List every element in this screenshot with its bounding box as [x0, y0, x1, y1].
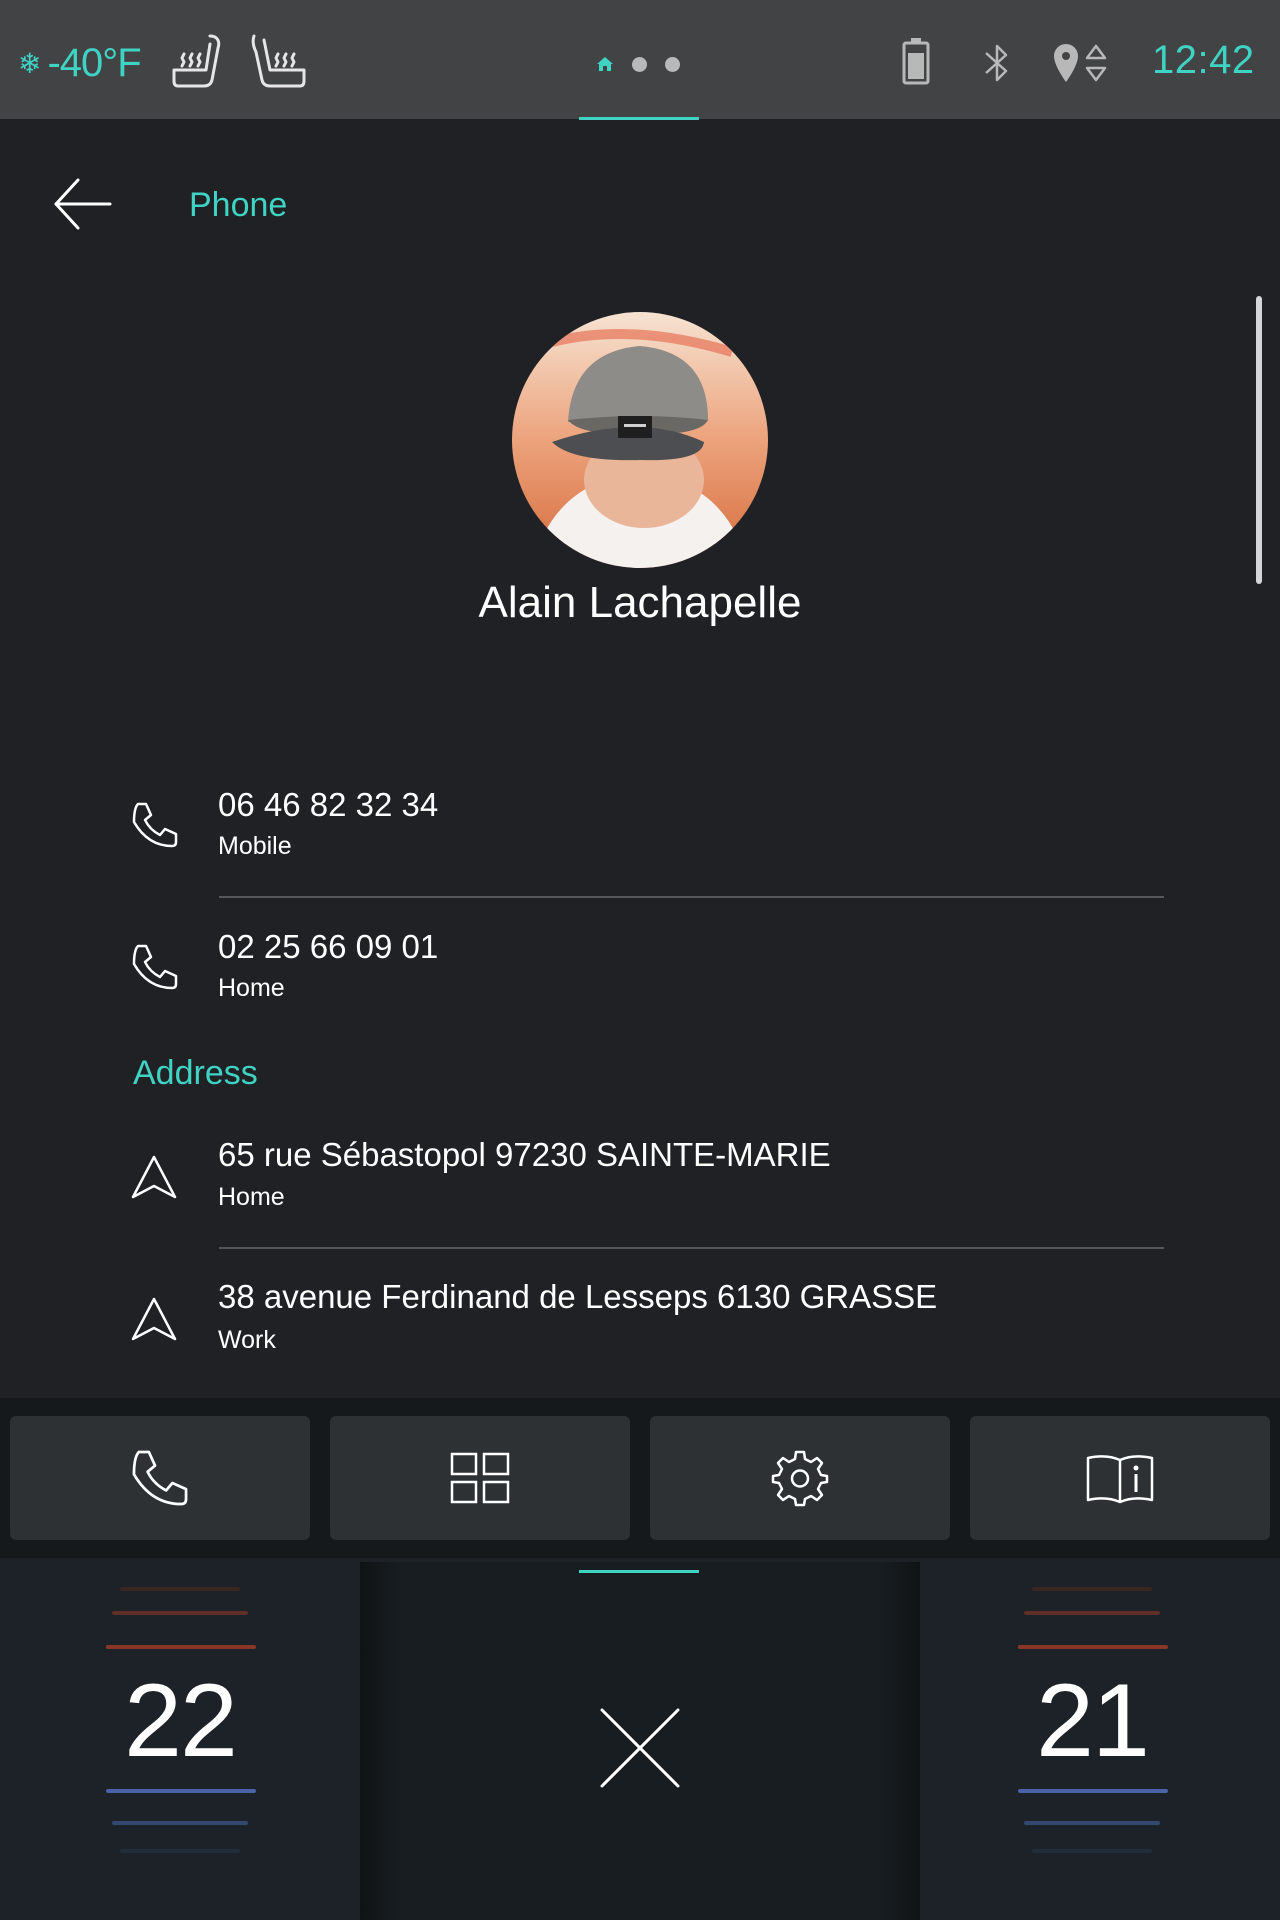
heated-seat-icon[interactable] [172, 32, 228, 90]
scrollbar[interactable] [1256, 296, 1262, 584]
home-icon[interactable] [596, 56, 614, 72]
phone-icon [132, 1450, 188, 1506]
heat-level-bar [1018, 1645, 1168, 1649]
heat-level-bar [112, 1611, 248, 1615]
cool-level-bar [106, 1789, 256, 1793]
battery-icon [902, 38, 930, 85]
active-page-underline [579, 117, 699, 120]
contact-name: Alain Lachapelle [478, 578, 802, 627]
apps-dock-button[interactable] [330, 1416, 630, 1540]
avatar [512, 312, 768, 568]
phone-number[interactable]: 02 25 66 09 01 [218, 928, 438, 966]
address-type-label: Home [218, 1183, 285, 1211]
cool-level-bar [120, 1849, 240, 1853]
outside-temperature: ❄ -40°F [18, 38, 142, 88]
settings-dock-button[interactable] [650, 1416, 950, 1540]
settings-gear-icon [771, 1450, 829, 1507]
cool-level-bar [1032, 1849, 1152, 1853]
address-line[interactable]: 65 rue Sébastopol 97230 SAINTE-MARIE [218, 1136, 831, 1174]
heat-level-bar [120, 1587, 240, 1591]
page-indicator[interactable] [596, 56, 680, 72]
divider [219, 1247, 1164, 1249]
address-section-title: Address [133, 1054, 258, 1092]
navigation-arrow-icon [131, 1155, 177, 1199]
phone-icon [132, 944, 178, 990]
address-line[interactable]: 38 avenue Ferdinand de Lesseps 6130 GRAS… [218, 1278, 937, 1316]
outside-temperature-value: -40°F [47, 40, 141, 85]
cool-level-bar [1024, 1821, 1160, 1825]
phone-number[interactable]: 06 46 82 32 34 [218, 786, 438, 824]
manual-dock-button[interactable] [970, 1416, 1270, 1540]
page-dot[interactable] [665, 56, 680, 72]
navigation-arrow-icon [131, 1297, 177, 1341]
heat-level-bar [1024, 1611, 1160, 1615]
status-bar: ❄ -40°F 12:42 [0, 0, 1280, 120]
panel-shadow [360, 1562, 400, 1920]
phone-icon [132, 802, 178, 848]
clock: 12:42 [1152, 38, 1255, 82]
page-title: Phone [189, 186, 288, 224]
heated-seat-icon[interactable] [250, 32, 306, 90]
back-arrow-icon[interactable] [52, 176, 114, 232]
left-temperature-value: 22 [124, 1663, 238, 1779]
right-temperature-value: 21 [1036, 1663, 1150, 1779]
page-dot[interactable] [632, 56, 647, 72]
cool-level-bar [1018, 1789, 1168, 1793]
phone-dock-button[interactable] [10, 1416, 310, 1540]
phone-type-label: Mobile [218, 832, 292, 860]
location-icon [1054, 44, 1107, 82]
phone-type-label: Home [218, 974, 285, 1002]
apps-grid-icon [450, 1452, 510, 1504]
heat-level-bar [106, 1645, 256, 1649]
divider [219, 896, 1164, 898]
address-type-label: Work [218, 1326, 276, 1354]
bluetooth-icon [985, 44, 1008, 82]
active-panel-underline [579, 1570, 699, 1573]
heat-level-bar [1032, 1587, 1152, 1591]
panel-shadow [880, 1562, 920, 1920]
manual-book-icon [1086, 1455, 1154, 1504]
cool-level-bar [112, 1821, 248, 1825]
snowflake-icon: ❄ [18, 47, 42, 79]
close-icon[interactable] [598, 1706, 682, 1790]
